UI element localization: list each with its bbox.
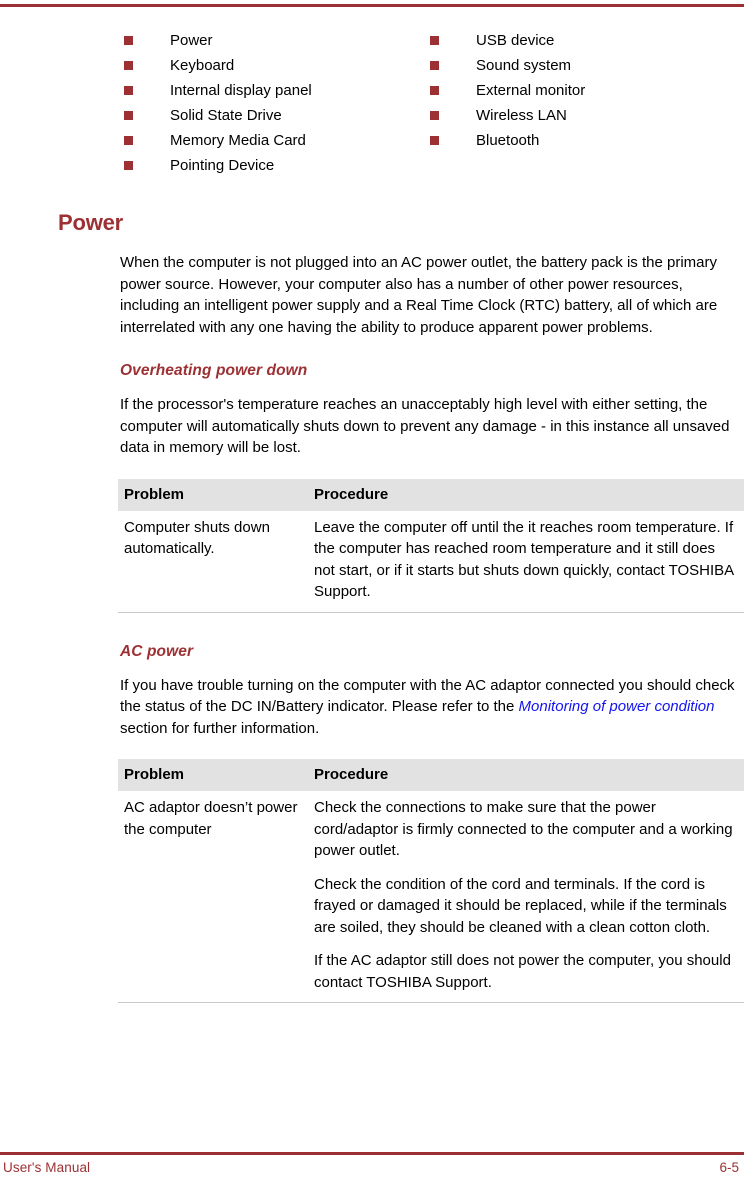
list-item: Pointing Device: [124, 153, 424, 178]
list-item-label: Power: [170, 32, 213, 49]
list-item-label: Memory Media Card: [170, 132, 306, 149]
link-monitoring-of-power-condition[interactable]: Monitoring of power condition: [519, 698, 715, 715]
list-item-label: External monitor: [476, 82, 586, 99]
column-header-procedure: Procedure: [308, 478, 744, 511]
procedure-paragraph: Check the condition of the cord and term…: [314, 875, 727, 936]
table-header-row: Problem Procedure: [118, 759, 744, 791]
column-header-problem: Problem: [118, 759, 308, 791]
list-item: Wireless LAN: [430, 103, 730, 128]
square-bullet-icon: [430, 61, 439, 70]
cell-problem: AC adaptor doesn’t power the computer: [124, 799, 298, 838]
list-item-label: Keyboard: [170, 57, 235, 74]
subsection-heading-overheating: Overheating power down: [120, 362, 308, 379]
cell-procedure: Leave the computer off until the it reac…: [308, 511, 744, 613]
footer-manual-label: User's Manual: [3, 1160, 91, 1175]
list-item: Memory Media Card: [124, 128, 424, 153]
manual-page: Power Keyboard Internal display panel So…: [0, 0, 744, 1179]
overheating-intro-paragraph: If the processor's temperature reaches a…: [120, 396, 730, 456]
procedure-paragraph: Check the connections to make sure that …: [314, 799, 733, 859]
list-item: Sound system: [430, 53, 730, 78]
list-item-label: Pointing Device: [170, 157, 275, 174]
checklist-column-2: USB device Sound system External monitor…: [430, 28, 730, 153]
page-top-rule: [0, 4, 744, 7]
list-item-label: Solid State Drive: [170, 107, 282, 124]
subsection-heading-ac-power: AC power: [120, 642, 194, 660]
list-item: Internal display panel: [124, 78, 424, 103]
page-footer-rule: [0, 1152, 744, 1155]
square-bullet-icon: [430, 111, 439, 120]
square-bullet-icon: [124, 136, 133, 145]
cell-problem: Computer shuts down automatically.: [124, 518, 270, 558]
footer-page-number: 6-5: [719, 1160, 739, 1175]
square-bullet-icon: [124, 61, 133, 70]
section-heading-power: Power: [58, 210, 124, 235]
list-item: Solid State Drive: [124, 103, 424, 128]
overheating-problem-table: Problem Procedure Computer shuts down au…: [118, 478, 744, 613]
square-bullet-icon: [430, 86, 439, 95]
list-item-label: Wireless LAN: [476, 107, 567, 124]
checklist-column-1: Power Keyboard Internal display panel So…: [124, 28, 424, 178]
list-item: USB device: [430, 28, 730, 53]
ac-power-problem-table: Problem Procedure AC adaptor doesn’t pow…: [118, 759, 744, 1003]
column-header-procedure: Procedure: [308, 759, 744, 791]
list-item-label: Sound system: [476, 57, 572, 74]
list-item: Bluetooth: [430, 128, 730, 153]
table-row: AC adaptor doesn’t power the computer Ch…: [118, 791, 744, 1003]
table-header-row: Problem Procedure: [118, 478, 744, 511]
ac-power-intro-after-link: section for further information.: [120, 719, 320, 737]
list-item: Power: [124, 28, 424, 53]
square-bullet-icon: [124, 111, 133, 120]
square-bullet-icon: [124, 36, 133, 45]
ac-power-intro-paragraph: If you have trouble turning on the compu…: [120, 675, 740, 740]
square-bullet-icon: [124, 86, 133, 95]
page-content: Power Keyboard Internal display panel So…: [0, 28, 744, 1003]
list-item-label: Internal display panel: [170, 82, 312, 99]
procedure-paragraph: If the AC adaptor still does not power t…: [314, 952, 731, 991]
procedure-paragraph: Leave the computer off until the it reac…: [314, 518, 734, 601]
list-item-label: Bluetooth: [476, 132, 540, 149]
square-bullet-icon: [124, 161, 133, 170]
list-item: External monitor: [430, 78, 730, 103]
cell-procedure: Check the connections to make sure that …: [308, 791, 744, 1003]
square-bullet-icon: [430, 36, 439, 45]
table-row: Computer shuts down automatically. Leave…: [118, 511, 744, 613]
square-bullet-icon: [430, 136, 439, 145]
list-item: Keyboard: [124, 53, 424, 78]
troubleshooting-checklist: Power Keyboard Internal display panel So…: [0, 28, 744, 180]
list-item-label: USB device: [476, 32, 555, 49]
column-header-problem: Problem: [118, 478, 308, 511]
power-intro-paragraph: When the computer is not plugged into an…: [120, 254, 718, 336]
